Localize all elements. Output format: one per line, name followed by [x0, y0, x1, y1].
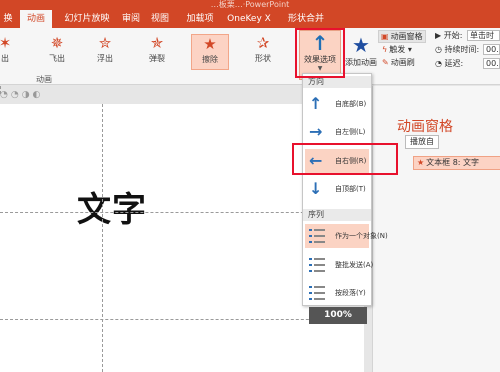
list-icon: [309, 284, 325, 302]
menu-item-from-bottom[interactable]: ↑ 自底部(B): [305, 92, 369, 116]
menu-item-label: 自右侧(R): [335, 157, 367, 165]
menu-header-sequence: 序列: [303, 209, 371, 221]
list-icon: [309, 256, 325, 274]
delay-label-text: 延迟:: [444, 59, 464, 68]
play-from-button[interactable]: 播放自: [405, 135, 439, 149]
menu-item-from-right[interactable]: ← 自右侧(R): [305, 149, 369, 173]
menu-item-from-top[interactable]: ↓ 自顶部(T): [305, 177, 369, 201]
chevron-down-icon: ▼: [317, 65, 323, 72]
animation-list-item[interactable]: ★ 文本框 8: 文字: [413, 156, 500, 170]
add-animation-button[interactable]: ★ 添加动画: [344, 32, 378, 78]
arrow-right-icon: →: [309, 122, 323, 141]
duration-label: ◷ 持续时间:: [435, 45, 480, 54]
animation-fly-in-button[interactable]: ✵ 飞出: [38, 34, 76, 70]
animation-shape-button[interactable]: ✰ 形状: [244, 34, 282, 70]
star-icon: ✰: [256, 34, 270, 52]
start-select[interactable]: 单击时: [467, 30, 500, 41]
star-icon: ★: [203, 35, 217, 53]
effect-options-label: 效果选项: [304, 55, 336, 64]
animation-label: 擦除: [202, 55, 218, 64]
animation-label: 形状: [255, 54, 271, 63]
animation-pane: 动画窗格 播放自 ★ 文本框 8: 文字: [372, 86, 500, 372]
tab-slideshow[interactable]: 幻灯片放映: [58, 10, 116, 28]
trigger-button[interactable]: ϟ 触发 ▾: [382, 44, 412, 55]
trigger-label: 触发: [389, 45, 406, 54]
duration-label-text: 持续时间:: [444, 45, 480, 54]
arrow-up-icon: ↑: [309, 94, 323, 113]
tab-transitions[interactable]: 换: [0, 10, 16, 28]
list-icon: [309, 227, 325, 245]
animation-label: 浮出: [97, 54, 113, 63]
animation-split-button[interactable]: ✯ 弹裂: [138, 34, 176, 70]
arrow-down-icon: ↓: [309, 179, 323, 198]
chevron-down-icon: ▾: [405, 45, 412, 54]
animation-pane-title: 动画窗格: [397, 119, 453, 135]
zoom-level: 100%: [309, 307, 367, 324]
menu-item-label: 自左侧(L): [335, 128, 366, 136]
animation-painter-label: 动画刷: [390, 58, 415, 67]
menu-item-by-paragraph[interactable]: 按段落(Y): [305, 281, 369, 305]
star-add-icon: ★: [352, 33, 370, 57]
pane-icon: ▣: [381, 32, 389, 41]
animation-label: 弹裂: [149, 54, 165, 63]
menu-item-label: 按段落(Y): [335, 289, 366, 297]
tab-animations[interactable]: 动画: [20, 10, 52, 28]
animation-label: 出: [1, 54, 9, 63]
tab-onekey[interactable]: OneKey X: [226, 10, 272, 28]
tab-addins[interactable]: 加载项: [182, 10, 218, 28]
add-animation-label: 添加动画: [345, 58, 377, 67]
lightning-icon: ϟ: [382, 45, 388, 54]
menu-header-direction: 方向: [303, 76, 371, 88]
animation-pane-toggle[interactable]: ▣ 动画窗格: [378, 30, 426, 43]
star-icon: ✮: [98, 34, 112, 52]
arrow-up-icon: ↑: [311, 31, 329, 55]
star-burst-icon: ✶: [0, 34, 12, 52]
start-label: ▶ 开始:: [435, 31, 463, 40]
ribbon-tab-row: 换 动画 幻灯片放映 审阅 视图 加载项 OneKey X 形状合并: [0, 8, 500, 28]
animation-painter-button[interactable]: ✎ 动画刷: [382, 57, 415, 68]
vertical-guide: [102, 104, 103, 372]
start-label-text: 开始:: [443, 31, 463, 40]
brush-icon: ✎: [382, 58, 389, 67]
delay-label: ◔ 延迟:: [435, 59, 464, 68]
animation-float-in-button[interactable]: ✮ 浮出: [86, 34, 124, 70]
delay-input[interactable]: 00.0: [483, 58, 500, 69]
duration-input[interactable]: 00.5: [483, 44, 500, 55]
star-burst-icon: ✵: [50, 34, 64, 52]
menu-item-label: 自顶部(T): [335, 185, 366, 193]
tab-view[interactable]: 视图: [147, 10, 173, 28]
star-icon: ★: [417, 158, 425, 167]
animation-pane-toggle-label: 动画窗格: [390, 32, 423, 41]
menu-item-label: 作为一个对象(N): [335, 232, 388, 240]
group-label-animation: 动画: [36, 75, 52, 84]
format-icons: ◔◔◑◐: [0, 90, 44, 100]
menu-item-from-left[interactable]: → 自左侧(L): [305, 120, 369, 144]
menu-item-as-one-object[interactable]: 作为一个对象(N): [305, 224, 388, 248]
animation-item-label: 文本框 8: 文字: [426, 158, 480, 167]
animation-wipe-button[interactable]: ★ 擦除: [191, 34, 229, 70]
ribbon: ✶ 出 ✵ 飞出 ✮ 浮出 ✯ 弹裂 ★ 擦除 ✰ 形状 动画 ↑ 效果选项 ▼…: [0, 28, 500, 85]
menu-item-label: 整批发送(A): [335, 261, 374, 269]
slide-text-box[interactable]: 文字: [77, 182, 147, 231]
star-icon: ✯: [150, 34, 164, 52]
arrow-left-icon: ←: [309, 151, 323, 170]
effect-options-menu: 方向 ↑ 自底部(B) → 自左侧(L) ← 自右侧(R) ↓ 自顶部(T) 序…: [302, 73, 388, 306]
menu-item-all-at-once[interactable]: 整批发送(A): [305, 253, 373, 277]
animation-appear-button[interactable]: ✶ 出: [0, 34, 24, 70]
animation-label: 飞出: [49, 54, 65, 63]
tab-shape-merge[interactable]: 形状合并: [282, 10, 330, 28]
tab-review[interactable]: 审阅: [118, 10, 144, 28]
menu-item-label: 自底部(B): [335, 100, 367, 108]
